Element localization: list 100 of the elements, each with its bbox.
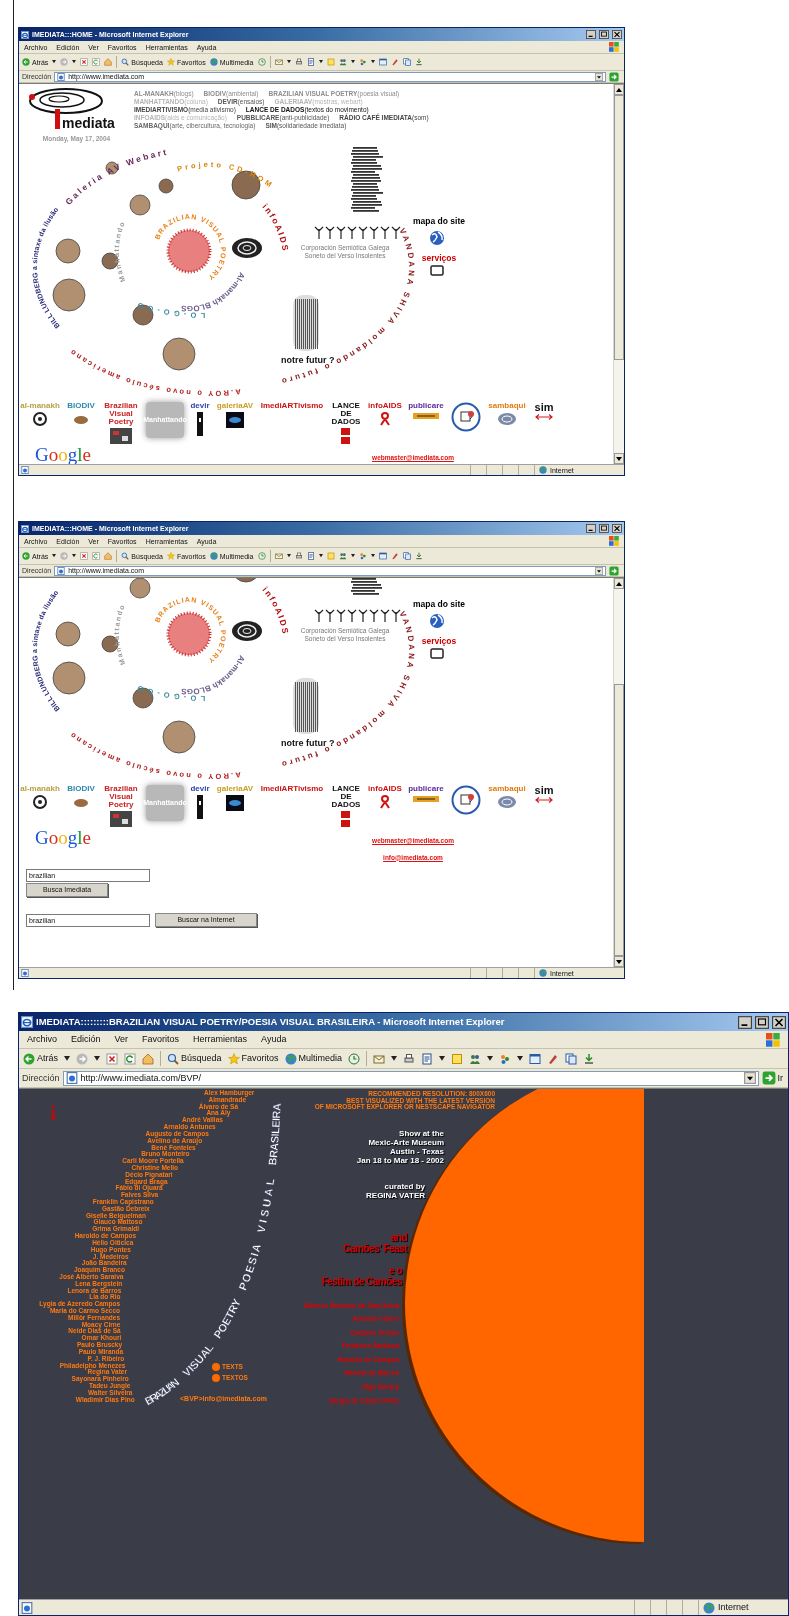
address-field[interactable]: http://www.imediata.com/BVP/: [62, 1070, 759, 1086]
scrollbar[interactable]: [613, 578, 624, 967]
toolbar-button[interactable]: Multimedia: [284, 1052, 343, 1065]
dropdown-arrow-icon[interactable]: [595, 566, 603, 575]
section-logo-link[interactable]: sambaqui: [488, 402, 526, 410]
photo-placeholder[interactable]: [52, 661, 86, 695]
minimize-icon[interactable]: [738, 1015, 752, 1029]
star-icon[interactable]: [166, 552, 175, 560]
caret-icon[interactable]: [370, 554, 375, 558]
globe-icon[interactable]: [284, 1052, 297, 1065]
document-icon[interactable]: [306, 58, 315, 66]
section-logo-link[interactable]: Brazilian Visual Poetry: [102, 402, 140, 426]
photo-placeholder[interactable]: [52, 278, 86, 312]
squares-icon[interactable]: [341, 428, 351, 444]
copy-icon[interactable]: [402, 552, 411, 560]
section-logo-link[interactable]: ImediARTivismo: [260, 785, 324, 793]
caret-icon[interactable]: [286, 554, 291, 558]
printer-icon[interactable]: [403, 1052, 416, 1065]
site-link[interactable]: serviços: [421, 636, 457, 646]
messenger-icon[interactable]: [499, 1052, 512, 1065]
section-logo-link[interactable]: LANCE DE DADOS: [330, 402, 362, 426]
section-logo-link[interactable]: galeriaAV: [216, 785, 254, 793]
section-logo-link[interactable]: ImediARTivismo: [260, 402, 324, 410]
search-icon[interactable]: [121, 58, 130, 66]
photo-placeholder[interactable]: [162, 720, 196, 754]
copy-icon[interactable]: [565, 1052, 578, 1065]
caret-icon[interactable]: [439, 1056, 446, 1061]
go-button[interactable]: [609, 71, 621, 82]
globe-icon[interactable]: [209, 58, 218, 66]
caret-icon[interactable]: [370, 60, 375, 64]
home-icon[interactable]: [142, 1052, 154, 1065]
messenger-icon[interactable]: [358, 58, 367, 66]
double-arrow-icon[interactable]: [535, 414, 553, 420]
section-logo-link[interactable]: publicare: [408, 402, 444, 410]
pen-icon[interactable]: [390, 552, 399, 560]
photo-placeholder[interactable]: [129, 194, 151, 216]
document-icon[interactable]: [421, 1052, 434, 1065]
stop-icon[interactable]: [80, 58, 89, 66]
section-logo-link[interactable]: devir: [190, 785, 210, 793]
document-icon[interactable]: [306, 552, 315, 560]
section-logo-link[interactable]: devir: [190, 402, 210, 410]
cup-emblem-icon[interactable]: [451, 402, 481, 432]
section-logo-link[interactable]: al-manakh: [20, 402, 60, 410]
ribbon-icon[interactable]: [377, 795, 393, 809]
star-icon[interactable]: [227, 1052, 240, 1065]
caret-icon[interactable]: [318, 554, 323, 558]
maximize-icon[interactable]: [755, 1015, 769, 1029]
back-arrow-icon[interactable]: [23, 1052, 35, 1065]
caret-icon[interactable]: [72, 554, 77, 558]
photo-placeholder[interactable]: [162, 337, 196, 371]
window-icon[interactable]: [378, 58, 387, 66]
caret-icon[interactable]: [350, 60, 355, 64]
squares-icon[interactable]: [341, 811, 351, 827]
go-button[interactable]: [609, 565, 621, 576]
photo-placeholder[interactable]: [55, 621, 81, 647]
frame-icon[interactable]: [430, 648, 444, 659]
section-logo-link[interactable]: BIODIV: [67, 402, 95, 410]
caret-icon[interactable]: [318, 60, 323, 64]
window-icon[interactable]: [529, 1052, 542, 1065]
people-icon[interactable]: [338, 552, 347, 560]
menu-item[interactable]: Archivo: [27, 1035, 57, 1044]
caret-icon[interactable]: [52, 60, 57, 64]
caret-icon[interactable]: [52, 554, 57, 558]
download-icon[interactable]: [414, 552, 423, 560]
section-logo-link[interactable]: publicare: [408, 785, 444, 793]
toolbar-button[interactable]: Búsqueda: [167, 1052, 222, 1065]
menu-item[interactable]: Ayuda: [261, 1035, 287, 1044]
search-icon[interactable]: [167, 1052, 179, 1065]
notre-futur-text[interactable]: notre futur ?: [281, 355, 335, 365]
caret-icon[interactable]: [64, 1056, 70, 1061]
stop-icon[interactable]: [80, 552, 89, 560]
caret-icon[interactable]: [350, 554, 355, 558]
download-icon[interactable]: [414, 58, 423, 66]
up-arrow-icon[interactable]: [616, 581, 622, 586]
messenger-icon[interactable]: [358, 552, 367, 560]
section-logo-link[interactable]: sambaqui: [488, 785, 526, 793]
maximize-icon[interactable]: [599, 30, 609, 39]
scrollbar[interactable]: [613, 84, 624, 464]
notre-futur-text[interactable]: notre futur ?: [281, 738, 335, 748]
section-logo-link[interactable]: infoAIDS: [368, 785, 402, 793]
site-link[interactable]: serviços: [421, 253, 457, 263]
dropdown-arrow-icon[interactable]: [595, 72, 603, 81]
shell-icon[interactable]: [497, 412, 517, 426]
section-logo-link[interactable]: sim: [534, 402, 554, 412]
copy-icon[interactable]: [402, 58, 411, 66]
close-icon[interactable]: [612, 524, 622, 533]
search-icon[interactable]: [121, 552, 130, 560]
photo-placeholder[interactable]: [129, 578, 151, 599]
caret-icon[interactable]: [391, 1056, 398, 1061]
shell-icon[interactable]: [497, 795, 517, 809]
mail-icon[interactable]: [373, 1052, 386, 1065]
refresh-icon[interactable]: [124, 1052, 136, 1065]
disc-icon[interactable]: [32, 795, 48, 809]
globe-icon[interactable]: [209, 552, 218, 560]
site-link[interactable]: mapa do site: [413, 599, 465, 609]
caret-icon[interactable]: [286, 60, 291, 64]
frame-icon[interactable]: [430, 265, 444, 276]
menu-item[interactable]: Favoritos: [142, 1035, 180, 1044]
section-logo-link[interactable]: sim: [534, 785, 554, 795]
close-icon[interactable]: [612, 30, 622, 39]
